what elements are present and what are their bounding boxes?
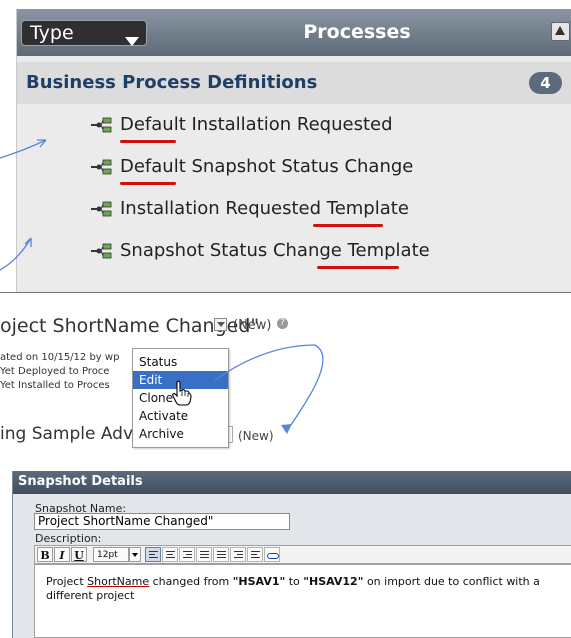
description-segment: changed from [149,575,233,588]
type-dropdown[interactable]: Type [21,20,147,46]
processes-header: Type Processes [17,9,571,56]
process-item-label: Default Installation Requested [120,114,393,135]
bold-button[interactable]: B [37,547,53,562]
indent-icon[interactable] [230,547,246,562]
menu-item-status[interactable]: Status [133,353,228,371]
collapse-button[interactable] [551,22,570,41]
numbered-list-icon[interactable] [196,547,212,562]
annotation-arrows [0,139,47,271]
process-item-label: Snapshot Status Change Template [120,240,430,261]
triangle-up-icon [555,26,565,35]
annotation-curve-arrow [215,344,324,434]
snapshot-status: (New) [233,318,272,333]
red-underline [120,182,176,185]
chevron-down-icon [125,37,139,46]
type-dropdown-label: Type [30,22,74,44]
snapshot-details-header: Snapshot Details [13,471,571,494]
process-item-label: Installation Requested Template [120,198,409,219]
top-screenshot: Type Processes Business Process Definiti… [0,0,571,292]
underline-button[interactable]: U [71,547,87,562]
link-icon[interactable] [264,547,280,562]
snapshot-details-title: Snapshot Details [18,474,143,489]
snapshot-details-body: Snapshot Name: Project ShortName Changed… [13,494,571,638]
description-segment: "HSAV1" [232,575,286,588]
outdent-icon[interactable] [247,547,263,562]
section-bar[interactable]: Business Process Definitions 4 [17,62,571,104]
description-segment: ShortName [87,575,150,588]
align-center-icon[interactable] [162,547,178,562]
italic-button[interactable]: I [54,547,70,562]
description-segment: to [285,575,304,588]
process-tree-icon [91,201,112,217]
font-size-dropdown[interactable] [129,547,141,562]
processes-panel: Type Processes Business Process Definiti… [16,9,571,292]
process-tree-icon [91,117,112,133]
menu-item-archive[interactable]: Archive [133,425,228,443]
process-item-label: Default Snapshot Status Change [120,156,414,177]
process-tree-icon [91,243,112,259]
snapshot-details-panel: Snapshot Details Snapshot Name: Project … [12,471,571,638]
meta-line: Yet Installed to Proces [0,380,110,391]
align-left-icon[interactable] [145,547,161,562]
snapshot-dropdown-button[interactable] [214,318,227,331]
description-text: Project ShortName changed from "HSAV1" t… [46,575,566,603]
description-segment: "HSAV12" [303,575,364,588]
bullet-list-icon[interactable] [213,547,229,562]
red-underline [120,140,176,143]
section-title: Business Process Definitions [26,72,318,93]
meta-line: Yet Deployed to Proce [0,366,110,377]
align-right-icon[interactable] [179,547,195,562]
chevron-down-icon [132,553,138,557]
description-label: Description: [35,532,102,545]
font-size-select[interactable]: 12pt [93,547,129,562]
snapshot-name-input[interactable]: Project ShortName Changed" [34,513,290,530]
processes-title: Processes [303,21,411,43]
red-underline [317,266,399,269]
description-segment: Project [46,575,88,588]
help-icon[interactable]: ? [277,318,288,329]
meta-line: ated on 10/15/12 by wp [0,352,120,363]
rich-text-toolbar: B I U 12pt [34,545,571,564]
process-tree-icon [91,159,112,175]
red-underline [313,224,383,227]
second-snapshot-title[interactable]: ing Sample Adva [0,424,143,444]
count-badge: 4 [529,72,562,94]
divider [0,292,571,293]
description-editor[interactable]: Project ShortName changed from "HSAV1" t… [34,564,571,638]
menu-item-activate[interactable]: Activate [133,407,228,425]
hand-cursor-icon [172,380,192,406]
